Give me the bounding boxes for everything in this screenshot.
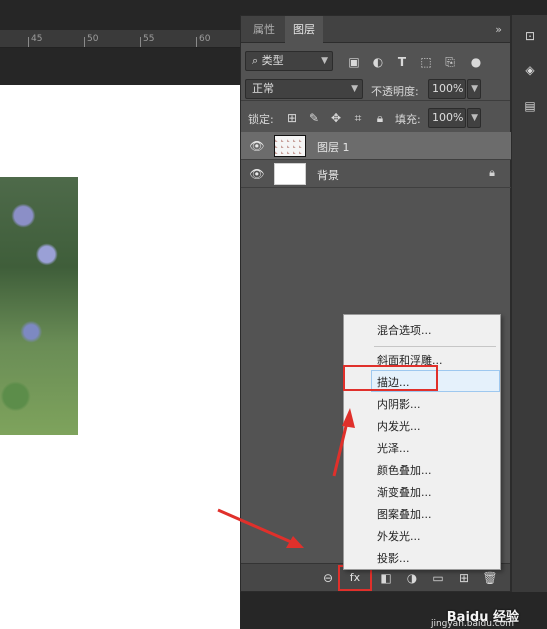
annotation-arrows xyxy=(217,408,355,548)
arrow-to-fx xyxy=(217,508,304,548)
watermark-url: jingyan.baidu.com xyxy=(430,619,514,629)
arrow-to-stroke xyxy=(332,408,355,477)
